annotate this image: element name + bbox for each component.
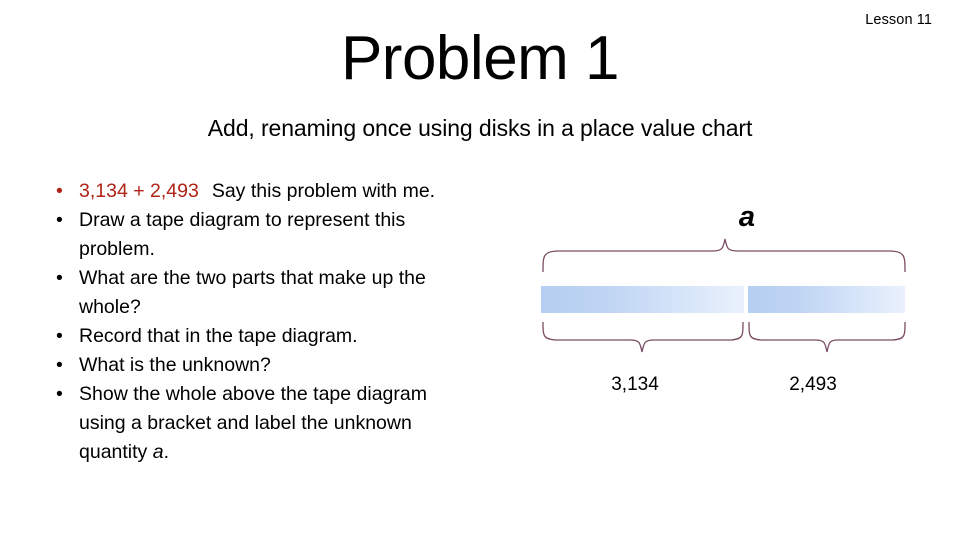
- bullet-marker-icon: •: [56, 354, 63, 376]
- bullet-marker-icon: •: [56, 267, 63, 289]
- bullet-text: What are the two parts that make up the …: [79, 267, 426, 318]
- list-item: • Show the whole above the tape diagram …: [52, 380, 472, 467]
- bullet-marker-icon: •: [56, 180, 63, 202]
- bullet-accent-text: 3,134 + 2,493: [79, 180, 199, 202]
- slide-canvas: Lesson 11 Problem 1 Add, renaming once u…: [0, 0, 960, 540]
- instruction-bullet-list: • 3,134 + 2,493 Say this problem with me.…: [52, 177, 472, 467]
- page-subtitle: Add, renaming once using disks in a plac…: [207, 115, 753, 141]
- bullet-text: Draw a tape diagram to represent this pr…: [79, 209, 406, 260]
- part-brace-2-icon: [748, 321, 906, 353]
- bullet-marker-icon: •: [56, 209, 63, 231]
- bullet-text: What is the unknown?: [79, 354, 271, 376]
- part-brace-1-icon: [542, 321, 744, 353]
- page-title: Problem 1: [340, 24, 620, 93]
- list-item: • Draw a tape diagram to represent this …: [52, 206, 472, 264]
- bullet-text: Say this problem with me.: [211, 180, 436, 202]
- tape-bar-part-1: [541, 286, 744, 313]
- tape-diagram: a 3,134 2,493: [520, 186, 940, 416]
- list-item: • What are the two parts that make up th…: [52, 264, 472, 322]
- list-item: • 3,134 + 2,493 Say this problem with me.: [52, 177, 472, 206]
- tape-whole-label: a: [738, 201, 756, 233]
- list-item: • Record that in the tape diagram.: [52, 322, 472, 351]
- bullet-marker-icon: •: [56, 383, 63, 405]
- bullet-text-tail: .: [163, 441, 169, 463]
- tape-bar-part-2: [748, 286, 905, 313]
- bullet-variable: a: [152, 441, 164, 463]
- tape-part-label-1: 3,134: [611, 374, 659, 395]
- bullet-text: Record that in the tape diagram.: [79, 325, 358, 347]
- bullet-text: Show the whole above the tape diagram us…: [79, 383, 427, 463]
- tape-part-label-2: 2,493: [789, 374, 837, 395]
- list-item: • What is the unknown?: [52, 351, 472, 380]
- whole-brace-icon: [542, 238, 906, 273]
- bullet-marker-icon: •: [56, 325, 63, 347]
